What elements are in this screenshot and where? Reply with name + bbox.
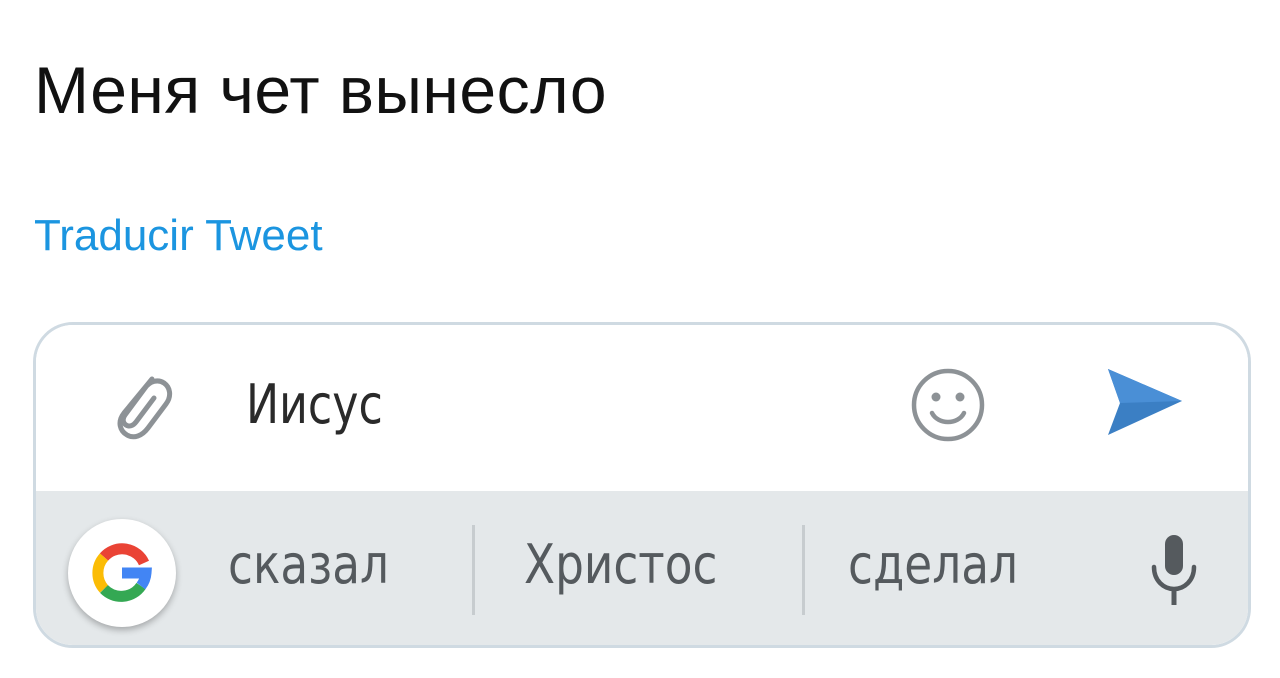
suggestion-item[interactable]: Христос xyxy=(524,529,717,601)
send-arrow-icon[interactable] xyxy=(1104,363,1186,445)
keyboard-suggestion-bar: сказал Христос сделал xyxy=(36,491,1248,645)
divider xyxy=(472,525,475,615)
google-search-button[interactable] xyxy=(68,519,176,627)
suggestion-item[interactable]: сказал xyxy=(228,529,389,601)
suggestion-item[interactable]: сделал xyxy=(848,529,1018,601)
google-g-icon xyxy=(92,543,152,602)
compose-row: Иисус xyxy=(36,325,1248,491)
microphone-icon[interactable] xyxy=(1144,531,1204,611)
tweet-text: Меня чет вынесло xyxy=(34,53,608,127)
smiley-icon[interactable] xyxy=(908,365,988,445)
message-input[interactable]: Иисус xyxy=(246,369,383,441)
translate-tweet-link[interactable]: Traducir Tweet xyxy=(34,210,323,262)
embedded-screenshot-card: Иисус сказал Христос сделал xyxy=(33,322,1251,648)
divider xyxy=(802,525,805,615)
paperclip-icon[interactable] xyxy=(104,365,174,445)
